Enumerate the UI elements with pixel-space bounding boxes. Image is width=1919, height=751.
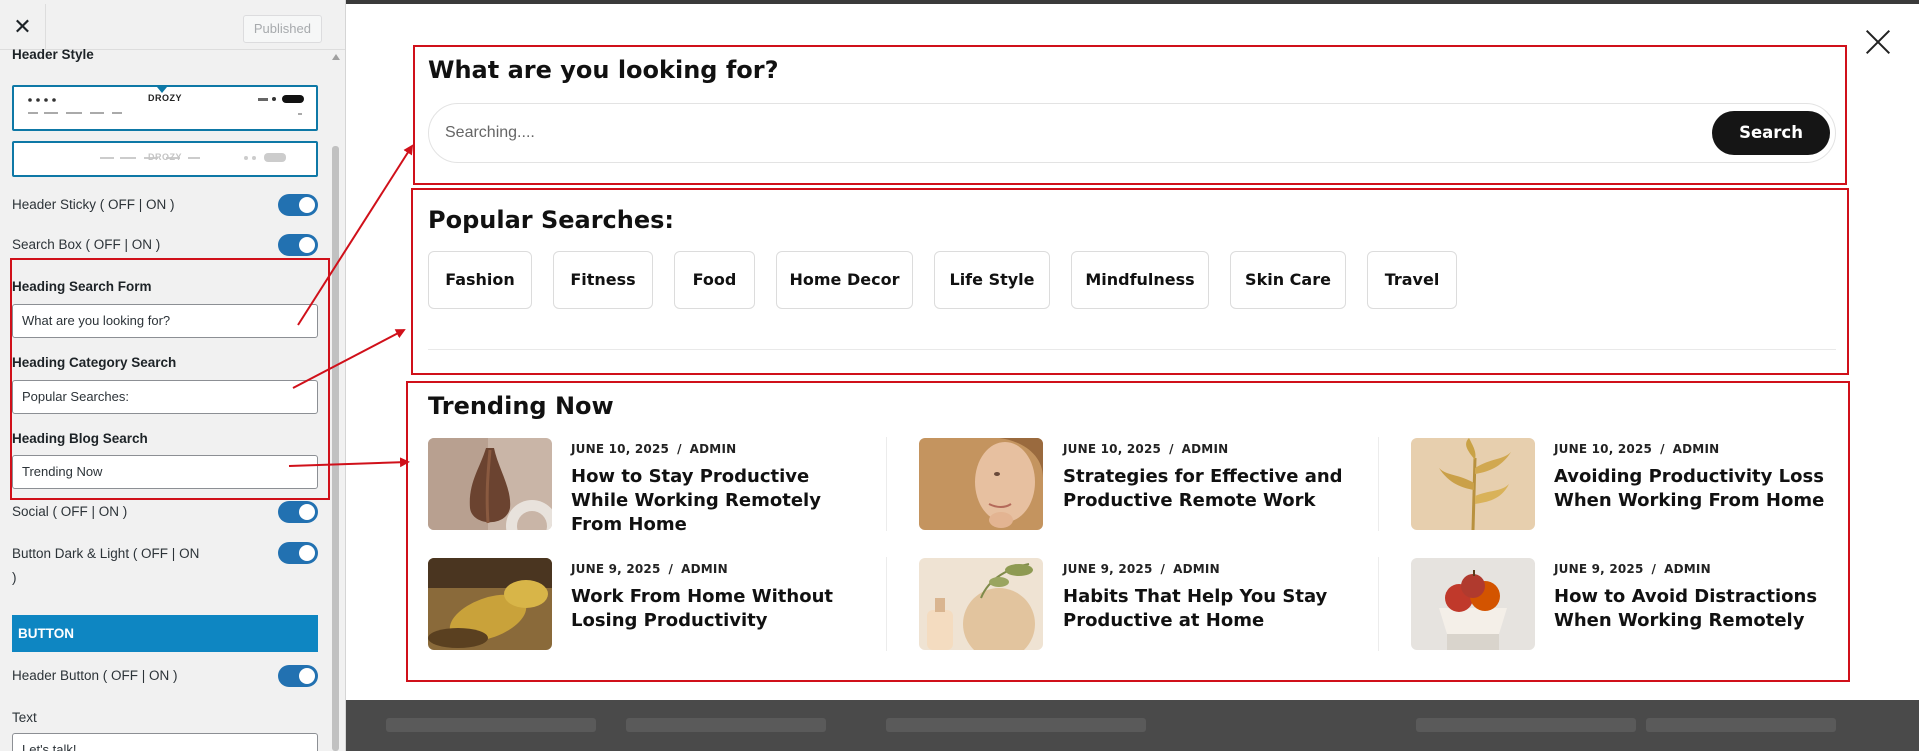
post-title[interactable]: How to Avoid Distractions When Working R… bbox=[1554, 585, 1854, 633]
sidebar-scrollbar[interactable] bbox=[331, 52, 340, 751]
post-meta: JUNE 9, 2025/ADMIN bbox=[571, 562, 728, 576]
search-heading: What are you looking for? bbox=[428, 56, 779, 84]
header-style-option-2[interactable]: DROZY bbox=[12, 141, 318, 177]
text-label: Text bbox=[12, 710, 37, 725]
popular-searches-heading: Popular Searches: bbox=[428, 206, 675, 234]
post-meta: JUNE 10, 2025/ADMIN bbox=[1063, 442, 1229, 456]
published-button[interactable]: Published bbox=[242, 15, 322, 43]
heading-search-form-label: Heading Search Form bbox=[12, 279, 152, 294]
close-icon[interactable] bbox=[1862, 26, 1894, 58]
post-title[interactable]: Habits That Help You Stay Productive at … bbox=[1063, 585, 1363, 633]
header-style-option-1[interactable]: DROZY bbox=[12, 85, 318, 131]
button-dark-light-toggle[interactable] bbox=[278, 542, 318, 564]
button-section-header[interactable]: BUTTON bbox=[12, 615, 318, 652]
heading-blog-search-input[interactable]: Trending Now bbox=[12, 455, 318, 489]
post-meta: JUNE 10, 2025/ADMIN bbox=[571, 442, 737, 456]
category-chip[interactable]: Fashion bbox=[428, 251, 532, 309]
close-icon[interactable]: ✕ bbox=[0, 4, 46, 50]
post-thumbnail-apples[interactable] bbox=[1411, 558, 1535, 650]
post-title[interactable]: How to Stay Productive While Working Rem… bbox=[571, 465, 871, 537]
heading-search-form-input[interactable]: What are you looking for? bbox=[12, 304, 318, 338]
search-input[interactable]: Searching.... bbox=[428, 103, 1836, 163]
category-chip[interactable]: Life Style bbox=[934, 251, 1050, 309]
category-chip[interactable]: Food bbox=[674, 251, 755, 309]
heading-category-search-label: Heading Category Search bbox=[12, 355, 177, 370]
post-meta: JUNE 10, 2025/ADMIN bbox=[1554, 442, 1720, 456]
category-chip[interactable]: Fitness bbox=[553, 251, 653, 309]
header-style-2-logo: DROZY bbox=[148, 152, 182, 162]
search-box-label: Search Box ( OFF | ON ) bbox=[12, 237, 161, 252]
category-chip[interactable]: Home Decor bbox=[776, 251, 913, 309]
post-meta: JUNE 9, 2025/ADMIN bbox=[1554, 562, 1711, 576]
preview-overlay-footer bbox=[346, 700, 1919, 751]
post-thumbnail-pears[interactable] bbox=[428, 558, 552, 650]
post-title[interactable]: Avoiding Productivity Loss When Working … bbox=[1554, 465, 1854, 513]
scrollbar-thumb[interactable] bbox=[332, 146, 339, 751]
column-divider bbox=[886, 437, 887, 531]
header-style-1-logo: DROZY bbox=[148, 93, 182, 103]
button-dark-light-label-cont: ) bbox=[12, 570, 17, 585]
post-title[interactable]: Work From Home Without Losing Productivi… bbox=[571, 585, 871, 633]
header-sticky-toggle[interactable] bbox=[278, 194, 318, 216]
section-divider bbox=[428, 349, 1836, 350]
header-style-label: Header Style bbox=[12, 47, 94, 62]
header-button-toggle[interactable] bbox=[278, 665, 318, 687]
post-thumbnail-woman[interactable] bbox=[919, 438, 1043, 530]
search-button[interactable]: Search bbox=[1712, 111, 1830, 155]
post-meta: JUNE 9, 2025/ADMIN bbox=[1063, 562, 1220, 576]
heading-blog-search-label: Heading Blog Search bbox=[12, 431, 148, 446]
sidebar-header: ✕ Published bbox=[0, 4, 345, 50]
header-sticky-label: Header Sticky ( OFF | ON ) bbox=[12, 197, 175, 212]
category-chip[interactable]: Skin Care bbox=[1230, 251, 1346, 309]
social-label: Social ( OFF | ON ) bbox=[12, 504, 128, 519]
customizer-sidebar: ✕ Published Header Style DROZY DROZY Hea… bbox=[0, 0, 346, 751]
column-divider bbox=[886, 557, 887, 651]
search-box-toggle[interactable] bbox=[278, 234, 318, 256]
column-divider bbox=[1378, 437, 1379, 531]
post-thumbnail-vase[interactable] bbox=[428, 438, 552, 530]
header-button-label: Header Button ( OFF | ON ) bbox=[12, 668, 178, 683]
button-text-input[interactable]: Let's talk! bbox=[12, 733, 318, 751]
post-thumbnail-golden-plant[interactable] bbox=[1411, 438, 1535, 530]
category-chip[interactable]: Mindfulness bbox=[1071, 251, 1209, 309]
social-toggle[interactable] bbox=[278, 501, 318, 523]
trending-now-heading: Trending Now bbox=[428, 392, 614, 420]
button-dark-light-label: Button Dark & Light ( OFF | ON bbox=[12, 546, 200, 561]
column-divider bbox=[1378, 557, 1379, 651]
post-title[interactable]: Strategies for Effective and Productive … bbox=[1063, 465, 1363, 513]
scroll-up-icon[interactable] bbox=[332, 54, 340, 60]
post-thumbnail-skincare[interactable] bbox=[919, 558, 1043, 650]
category-chip[interactable]: Travel bbox=[1367, 251, 1457, 309]
heading-category-search-input[interactable]: Popular Searches: bbox=[12, 380, 318, 414]
